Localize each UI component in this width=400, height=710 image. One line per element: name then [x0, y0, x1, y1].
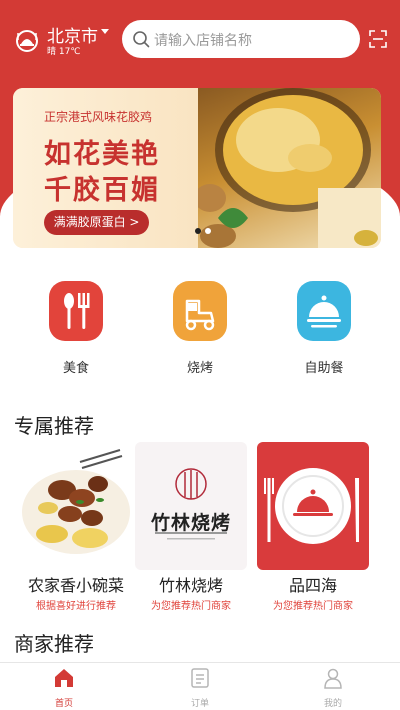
recommend-reason: 根据喜好进行推荐: [36, 601, 116, 612]
fork-knife-icon: [49, 281, 103, 341]
category-label: 烧烤: [186, 361, 213, 376]
bottom-tab-bar: 首页 订单 我的: [0, 662, 400, 710]
search-input[interactable]: 请输入店铺名称: [122, 20, 360, 58]
weather-text: 晴 17℃: [47, 47, 81, 57]
profile-icon: [324, 668, 342, 689]
category-bbq[interactable]: 烧烤: [170, 281, 230, 376]
recommend-name: 农家香小碗菜: [27, 576, 124, 595]
tab-label: 首页: [54, 699, 73, 709]
tab-orders[interactable]: 订单: [170, 667, 230, 709]
store-logo-image: [257, 442, 369, 570]
pager-dot[interactable]: [205, 228, 211, 234]
cloche-icon: [297, 281, 351, 341]
search-icon: [133, 31, 150, 48]
dish-image: [20, 442, 132, 570]
recommend-card[interactable]: 农家香小碗菜 根据喜好进行推荐: [20, 442, 132, 612]
scan-icon[interactable]: [369, 30, 387, 48]
section-title-exclusive: 专属推荐: [14, 414, 94, 438]
banner-subtitle: 正宗港式风味花胶鸡: [44, 110, 153, 124]
category-label: 美食: [62, 361, 89, 376]
recommend-card[interactable]: 品四海 为您推荐热门商家: [257, 442, 369, 612]
home-icon: [55, 669, 73, 687]
top-bar: 北京市 晴 17℃ 请输入店铺名称: [0, 18, 400, 62]
pager-dot-active[interactable]: [195, 228, 201, 234]
banner-food-image: [194, 88, 381, 248]
promo-banner[interactable]: 正宗港式风味花胶鸡 如花美艳 千胶百媚 满满胶原蛋白 >: [13, 88, 381, 248]
recommend-card[interactable]: 竹林烧烤 竹林烧烤 为您推荐热门商家: [135, 442, 247, 612]
recommend-reason: 为您推荐热门商家: [151, 601, 231, 612]
scooter-icon: [173, 281, 227, 341]
store-logo-text: 竹林烧烤: [150, 512, 231, 534]
category-label: 自助餐: [304, 361, 344, 376]
recommend-name: 品四海: [288, 576, 337, 595]
tab-home[interactable]: 首页: [34, 667, 94, 709]
tab-label: 订单: [190, 699, 209, 709]
tab-profile[interactable]: 我的: [303, 667, 363, 709]
tab-label: 我的: [323, 699, 342, 709]
chevron-down-icon[interactable]: [101, 29, 109, 34]
banner-headline-1: 如花美艳: [44, 139, 160, 170]
category-buffet[interactable]: 自助餐: [294, 281, 354, 376]
recommend-name: 竹林烧烤: [158, 576, 223, 595]
banner-headline-2: 千胶百媚: [44, 175, 160, 206]
section-title-merchants: 商家推荐: [14, 632, 94, 656]
store-logo-image: 竹林烧烤: [135, 442, 247, 570]
banner-cta-button[interactable]: 满满胶原蛋白 >: [44, 210, 149, 235]
search-placeholder: 请输入店铺名称: [154, 33, 252, 49]
order-icon: [191, 668, 209, 688]
recommend-reason: 为您推荐热门商家: [273, 601, 353, 612]
category-food[interactable]: 美食: [46, 281, 106, 376]
location-icon[interactable]: [14, 27, 40, 53]
